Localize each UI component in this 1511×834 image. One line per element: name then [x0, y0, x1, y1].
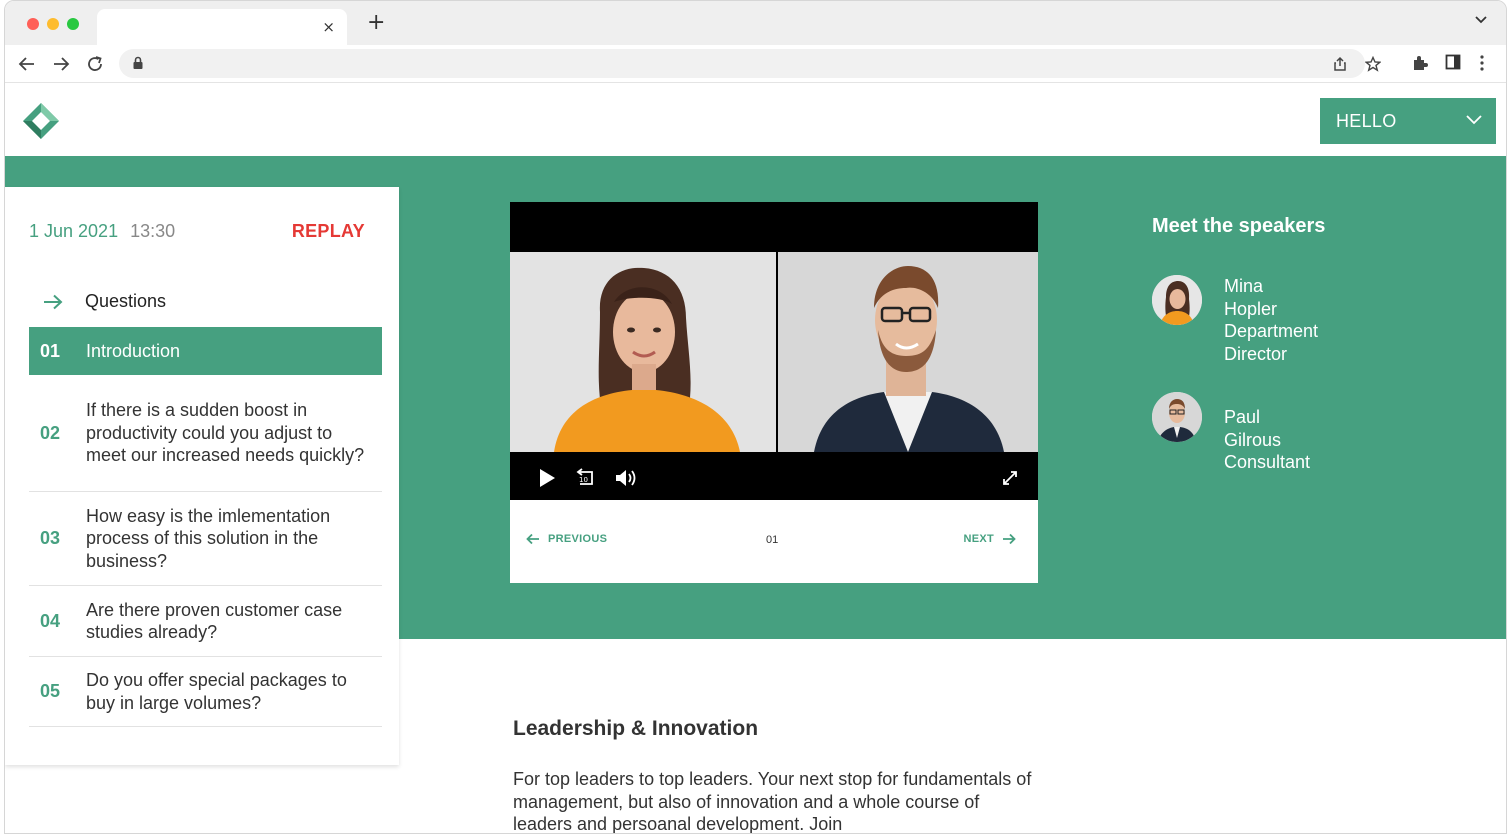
- speaker-role: Department: [1224, 321, 1319, 341]
- next-label: NEXT: [963, 533, 994, 545]
- speaker-first-name: Paul: [1224, 407, 1261, 427]
- browser-menu-icon[interactable]: [1479, 54, 1485, 72]
- page-number: 01: [766, 534, 779, 546]
- avatar: [1152, 392, 1202, 442]
- question-number: 02: [40, 422, 61, 443]
- speaker-role: Consultant: [1224, 452, 1311, 472]
- video-player: 10 PREVIOUS 01 NEXT: [510, 202, 1038, 583]
- question-text: If there is a sudden boost in productivi…: [86, 400, 365, 466]
- question-text: How easy is the imlementation process of…: [86, 505, 331, 571]
- extensions-puzzle-icon[interactable]: [1411, 54, 1429, 72]
- logo-icon[interactable]: [21, 101, 61, 141]
- speaker-last-name: Gilrous: [1224, 429, 1282, 450]
- video-pager: PREVIOUS 01 NEXT: [510, 500, 1038, 583]
- question-item-05[interactable]: 05 Do you offer special packages to buy …: [29, 657, 382, 727]
- side-panel-icon[interactable]: [1445, 54, 1461, 70]
- question-number: 04: [40, 610, 61, 631]
- question-item-02[interactable]: 02 If there is a sudden boost in product…: [29, 375, 382, 492]
- question-text: Do you offer special packages to buy in …: [86, 670, 347, 713]
- questions-heading-label: Questions: [85, 291, 167, 311]
- question-item-01[interactable]: 01 Introduction: [29, 327, 382, 375]
- address-bar[interactable]: [119, 49, 1381, 78]
- article-body: For top leaders to top leaders. Your nex…: [513, 769, 1032, 834]
- speaker-video-feed-woman: [510, 252, 776, 452]
- chevron-down-icon: [1466, 115, 1482, 125]
- woman-portrait-image: [510, 252, 776, 452]
- replay-10-button[interactable]: 10: [574, 468, 598, 490]
- bookmark-star-icon[interactable]: [1365, 56, 1381, 72]
- share-icon[interactable]: [1332, 56, 1348, 72]
- lock-icon: [133, 56, 143, 69]
- arrow-right-icon: [44, 294, 63, 309]
- previous-button[interactable]: PREVIOUS: [526, 533, 607, 545]
- question-number: 05: [40, 681, 61, 701]
- question-text: Are there proven customer case studies a…: [86, 599, 343, 643]
- user-menu-label: HELLO: [1336, 110, 1397, 131]
- question-text: Introduction: [86, 340, 181, 361]
- speakers-title: Meet the speakers: [1152, 215, 1326, 237]
- speaker-info: Mina Hopler Department Director: [1224, 275, 1318, 365]
- back-arrow-icon[interactable]: [17, 54, 37, 74]
- question-number: 01: [40, 340, 61, 361]
- speaker-card-paul[interactable]: Paul Gilrous Consultant: [1152, 392, 1310, 474]
- forward-arrow-icon[interactable]: [51, 54, 71, 74]
- replay-10-badge: 10: [579, 476, 588, 484]
- speaker-card-mina[interactable]: Mina Hopler Department Director: [1152, 275, 1318, 365]
- browser-tab-bar: × +: [5, 1, 1506, 45]
- replay-button[interactable]: REPLAY: [292, 221, 365, 242]
- reload-icon[interactable]: [85, 54, 105, 74]
- next-button[interactable]: NEXT: [963, 533, 1016, 545]
- window-controls: [27, 18, 79, 30]
- speaker-last-name: Hopler: [1224, 298, 1278, 319]
- man-portrait-image: [778, 252, 1038, 452]
- browser-toolbar: [5, 45, 1506, 83]
- site-header: HELLO: [5, 84, 1506, 156]
- questions-heading: Questions: [43, 291, 166, 312]
- tab-close-icon[interactable]: ×: [322, 18, 335, 36]
- avatar: [1152, 275, 1202, 325]
- previous-label: PREVIOUS: [548, 533, 608, 545]
- maximize-window-button[interactable]: [67, 18, 79, 30]
- fullscreen-icon[interactable]: [1002, 470, 1018, 486]
- browser-tab[interactable]: ×: [97, 9, 347, 45]
- speaker-first-name: Mina: [1224, 276, 1264, 296]
- session-date: 1 Jun 2021: [29, 221, 119, 241]
- questions-list: 01 Introduction 02 If there is a sudden …: [29, 327, 382, 727]
- speaker-info: Paul Gilrous Consultant: [1224, 406, 1310, 474]
- arrow-left-icon: [526, 533, 539, 545]
- volume-icon[interactable]: [614, 468, 638, 488]
- question-item-03[interactable]: 03 How easy is the imlementation process…: [29, 492, 382, 586]
- session-time: 13:30: [130, 221, 176, 241]
- session-datetime: 1 Jun 2021 13:30: [29, 221, 175, 242]
- questions-sidebar: 1 Jun 2021 13:30 REPLAY Questions 01 Intr…: [5, 187, 399, 765]
- play-icon[interactable]: [538, 468, 556, 488]
- browser-window: × + HELLO 1 Jun 2021 13:30 REPLAY Questi…: [4, 0, 1507, 834]
- user-menu-dropdown[interactable]: HELLO: [1320, 98, 1496, 144]
- tab-search-chevron-icon[interactable]: [1474, 15, 1488, 25]
- arrow-right-icon: [1003, 533, 1016, 545]
- speaker-role: Director: [1224, 343, 1288, 364]
- new-tab-button[interactable]: +: [367, 12, 385, 34]
- article-title: Leadership & Innovation: [513, 717, 759, 740]
- video-screen[interactable]: 10: [510, 202, 1038, 500]
- close-window-button[interactable]: [27, 18, 39, 30]
- minimize-window-button[interactable]: [47, 18, 59, 30]
- speaker-video-feed-man: [778, 252, 1038, 452]
- question-item-04[interactable]: 04 Are there proven customer case studie…: [29, 586, 382, 657]
- question-number: 03: [40, 528, 61, 548]
